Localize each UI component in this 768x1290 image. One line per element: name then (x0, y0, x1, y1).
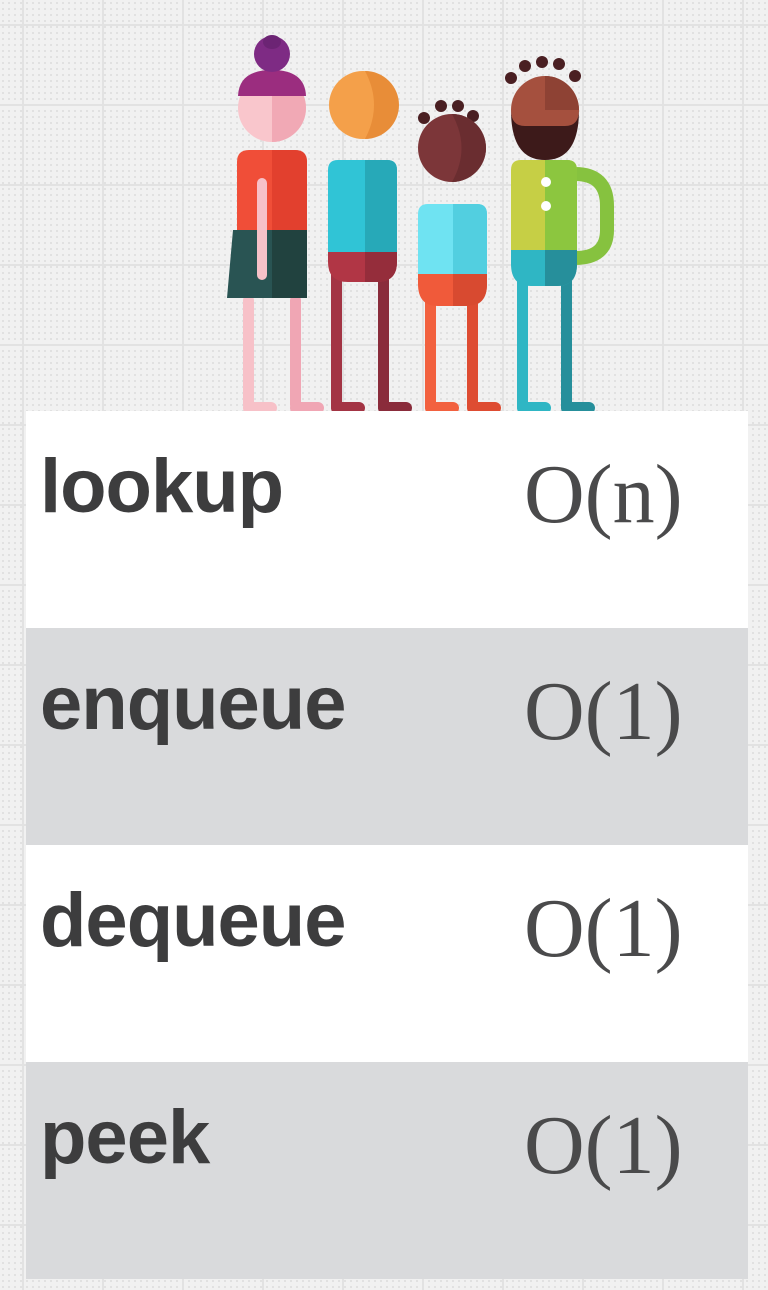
operation-name: lookup (40, 444, 284, 529)
operation-row-peek: peek O(1) (26, 1062, 748, 1279)
operation-row-lookup: lookup O(n) (26, 411, 748, 628)
operation-row-enqueue: enqueue O(1) (26, 628, 748, 845)
operation-complexity: O(1) (524, 882, 683, 975)
operation-complexity: O(1) (524, 1099, 683, 1192)
queue-complexity-table: lookup O(n) enqueue O(1) dequeue O(1) pe… (26, 411, 748, 1279)
operation-name: peek (40, 1095, 210, 1180)
operation-complexity: O(n) (524, 448, 683, 541)
person-orange-head-icon (328, 71, 412, 414)
person-woman-icon (227, 35, 324, 414)
person-bearded-man-icon (505, 56, 614, 414)
operation-name: dequeue (40, 878, 346, 963)
operation-name: enqueue (40, 661, 346, 746)
person-child-icon (418, 100, 501, 414)
people-queue-illustration (227, 35, 614, 414)
operation-complexity: O(1) (524, 665, 683, 758)
operation-row-dequeue: dequeue O(1) (26, 845, 748, 1062)
